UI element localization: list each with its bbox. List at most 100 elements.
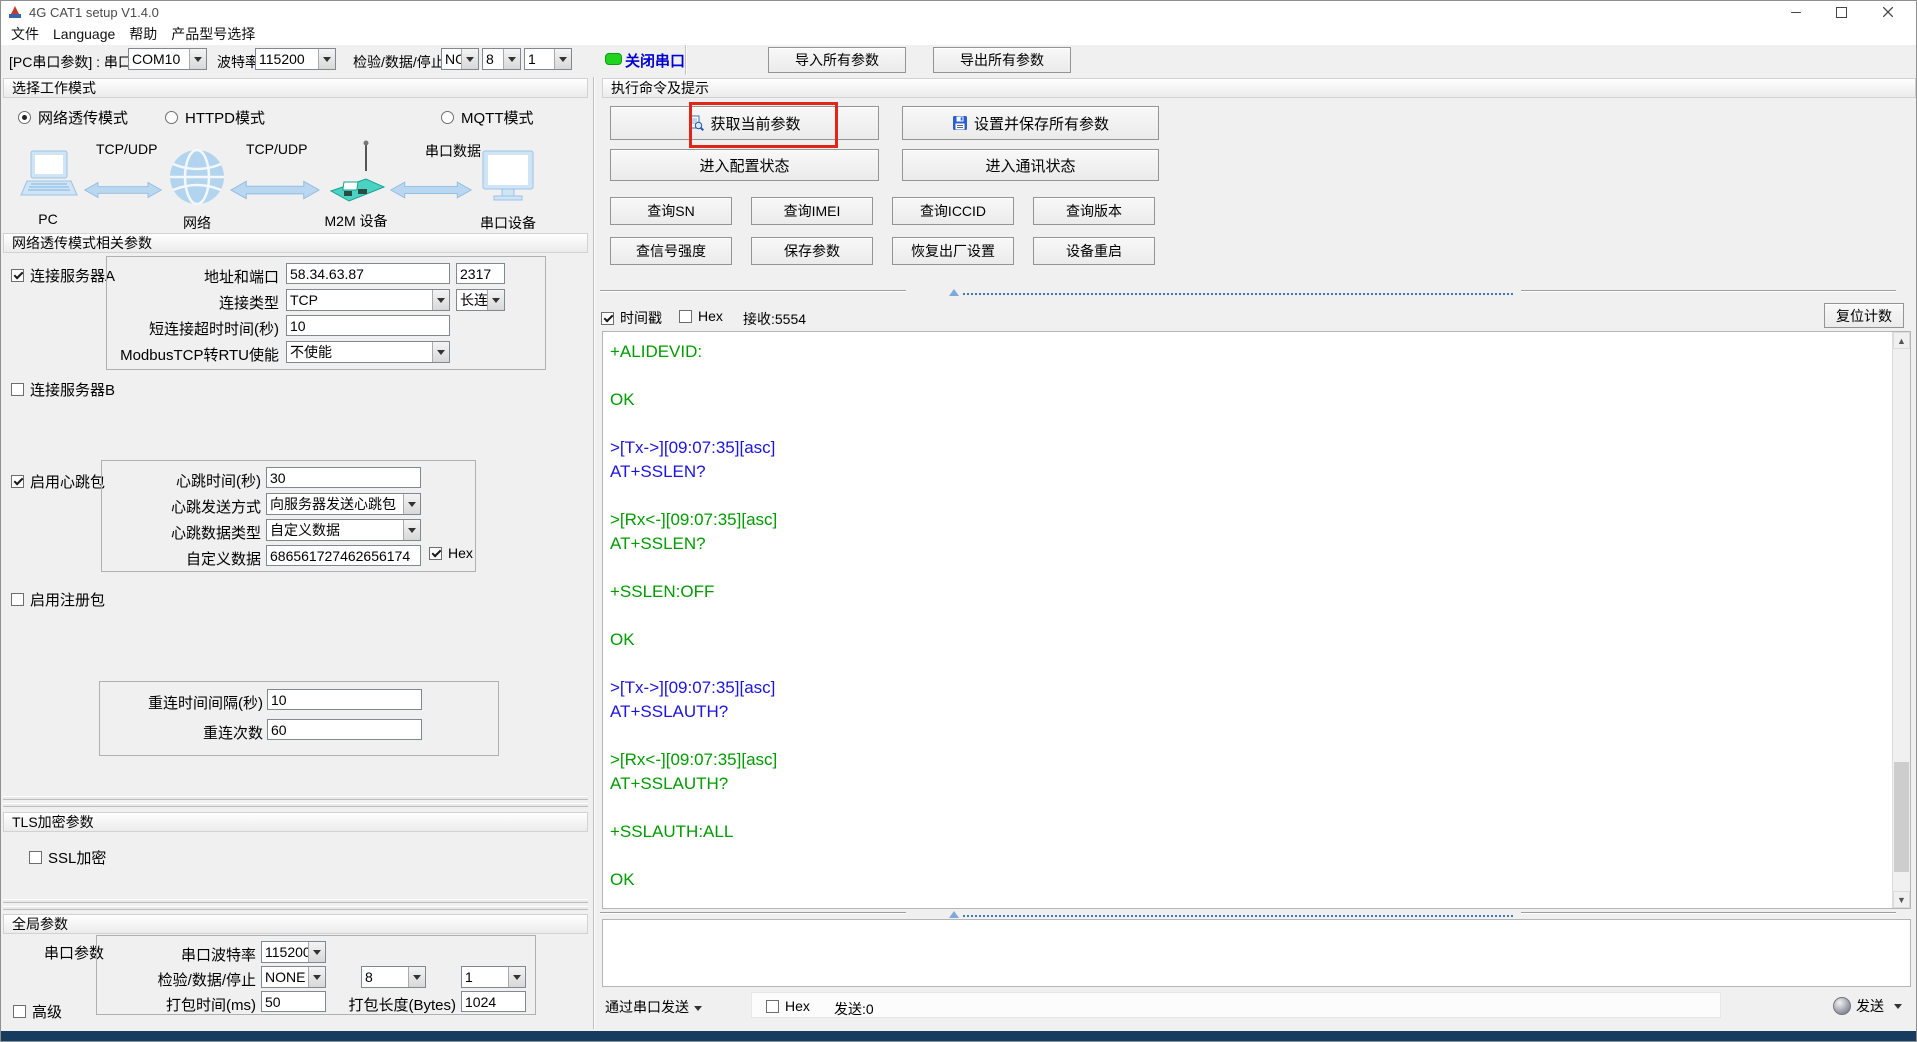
checkbox-icon[interactable]	[766, 1000, 779, 1013]
checkbox-icon[interactable]	[679, 310, 692, 323]
query-button[interactable]: 设备重启	[1033, 237, 1155, 265]
pack-time-input[interactable]: 50	[261, 991, 326, 1012]
slider-track[interactable]	[963, 293, 1513, 295]
hb-type-select[interactable]: 自定义数据	[266, 519, 421, 541]
separator	[3, 803, 588, 807]
server-b-checkbox[interactable]: 连接服务器B	[11, 379, 115, 400]
checkbox-icon[interactable]	[429, 547, 442, 560]
work-mode-option[interactable]: 网络透传模式	[18, 107, 128, 128]
checkbox-icon[interactable]	[11, 593, 24, 606]
chevron-down-icon[interactable]	[461, 49, 478, 69]
send-hex-checkbox[interactable]: Hex	[766, 998, 810, 1014]
chevron-down-icon[interactable]	[408, 967, 425, 987]
import-params-button[interactable]: 导入所有参数	[768, 47, 906, 73]
chevron-down-icon[interactable]	[308, 967, 325, 987]
enter-comm-button[interactable]: 进入通讯状态	[902, 149, 1159, 181]
slider-thumb-icon[interactable]	[949, 911, 959, 918]
query-button[interactable]: 查询版本	[1033, 197, 1155, 225]
serial-databits-select[interactable]: 8	[361, 966, 426, 988]
reconnect-interval-input[interactable]: 10	[267, 689, 422, 710]
hb-hex-checkbox[interactable]: Hex	[429, 545, 473, 561]
receive-hex-checkbox[interactable]: Hex	[679, 308, 723, 324]
close-button[interactable]	[1865, 1, 1910, 23]
chevron-down-icon[interactable]	[432, 342, 449, 362]
conn-mode-select[interactable]: 长连接	[456, 289, 505, 311]
advanced-checkbox[interactable]: 高级	[13, 1001, 62, 1022]
chevron-down-icon[interactable]	[503, 49, 520, 69]
checkbox-icon[interactable]	[11, 383, 24, 396]
hb-mode-select[interactable]: 向服务器发送心跳包	[266, 493, 421, 515]
hb-data-input[interactable]: 686561727462656174	[266, 545, 421, 566]
port-input[interactable]: 2317	[456, 263, 505, 284]
export-params-button[interactable]: 导出所有参数	[933, 47, 1071, 73]
terminal-scrollbar[interactable]: ▲ ▼	[1892, 332, 1910, 908]
scroll-up-button[interactable]: ▲	[1893, 332, 1910, 349]
menu-item[interactable]: 文件	[11, 24, 39, 44]
reconnect-count-input[interactable]: 60	[267, 719, 422, 740]
serial-stopbits-select[interactable]: 1	[461, 966, 526, 988]
query-button[interactable]: 保存参数	[751, 237, 873, 265]
conn-type-select[interactable]: TCP	[286, 289, 450, 311]
hb-time-input[interactable]: 30	[266, 467, 421, 488]
chevron-down-icon[interactable]	[487, 290, 504, 310]
terminal-output[interactable]: +ALIDEVID:OK>[Tx->][09:07:35][asc]AT+SSL…	[602, 331, 1911, 909]
menu-item[interactable]: Language	[53, 26, 115, 42]
query-button[interactable]: 查询IMEI	[751, 197, 873, 225]
send-button[interactable]: 发送	[1833, 996, 1902, 1016]
query-button[interactable]: 查询ICCID	[892, 197, 1014, 225]
serial-parity-select[interactable]: NONE	[261, 966, 326, 988]
stop-bits-select[interactable]: 1	[524, 48, 572, 70]
enter-config-button[interactable]: 进入配置状态	[610, 149, 879, 181]
checkbox-icon[interactable]	[11, 269, 24, 282]
slider-thumb-icon[interactable]	[949, 289, 959, 296]
chevron-down-icon[interactable]	[308, 942, 325, 962]
minimize-button[interactable]	[1773, 1, 1818, 23]
short-timeout-input[interactable]: 10	[286, 315, 450, 336]
chevron-down-icon[interactable]	[403, 494, 420, 514]
chevron-down-icon[interactable]	[318, 49, 335, 69]
query-button[interactable]: 恢复出厂设置	[892, 237, 1014, 265]
checkbox-icon[interactable]	[601, 312, 614, 325]
scroll-down-button[interactable]: ▼	[1893, 891, 1910, 908]
serial-baud-select[interactable]: 115200	[261, 941, 326, 963]
reset-count-button[interactable]: 复位计数	[1824, 303, 1904, 328]
menu-item[interactable]: 帮助	[129, 24, 157, 44]
chevron-down-icon[interactable]	[403, 520, 420, 540]
set-save-button[interactable]: 设置并保存所有参数	[902, 106, 1159, 140]
send-via-dropdown[interactable]: 通过串口发送	[605, 997, 702, 1017]
get-params-button[interactable]: 获取当前参数	[610, 106, 879, 140]
ssl-checkbox[interactable]: SSL加密	[29, 847, 106, 868]
send-textarea[interactable]	[602, 919, 1911, 987]
parity-select[interactable]: NONI	[441, 48, 479, 70]
chevron-down-icon[interactable]	[432, 290, 449, 310]
pack-len-input[interactable]: 1024	[461, 991, 526, 1012]
radio-icon[interactable]	[441, 111, 454, 124]
chevron-down-icon[interactable]	[508, 967, 525, 987]
data-bits-select[interactable]: 8	[482, 48, 521, 70]
com-port-select[interactable]: COM10	[128, 48, 207, 70]
maximize-button[interactable]	[1819, 1, 1864, 23]
query-button[interactable]: 查信号强度	[610, 237, 732, 265]
chevron-down-icon[interactable]	[554, 49, 571, 69]
radio-icon[interactable]	[18, 111, 31, 124]
modbus-select[interactable]: 不使能	[286, 341, 450, 363]
query-button[interactable]: 查询SN	[610, 197, 732, 225]
checkbox-icon[interactable]	[29, 851, 42, 864]
baud-rate-select[interactable]: 115200	[255, 48, 336, 70]
work-mode-option[interactable]: HTTPD模式	[165, 107, 265, 128]
work-mode-option[interactable]: MQTT模式	[441, 107, 534, 128]
heartbeat-checkbox[interactable]: 启用心跳包	[11, 471, 105, 492]
close-port-button[interactable]: 关闭串口	[625, 50, 685, 71]
slider-track[interactable]	[963, 915, 1513, 917]
chevron-down-icon[interactable]	[189, 49, 206, 69]
register-checkbox[interactable]: 启用注册包	[11, 589, 105, 610]
menu-item[interactable]: 产品型号选择	[171, 24, 255, 44]
radio-icon[interactable]	[165, 111, 178, 124]
checkbox-icon[interactable]	[11, 475, 24, 488]
scroll-thumb[interactable]	[1894, 762, 1909, 872]
send-input[interactable]	[751, 992, 1721, 1018]
timestamp-checkbox[interactable]: 时间戳	[601, 308, 662, 328]
checkbox-icon[interactable]	[13, 1005, 26, 1018]
server-a-checkbox[interactable]: 连接服务器A	[11, 265, 115, 286]
address-input[interactable]: 58.34.63.87	[286, 263, 450, 284]
